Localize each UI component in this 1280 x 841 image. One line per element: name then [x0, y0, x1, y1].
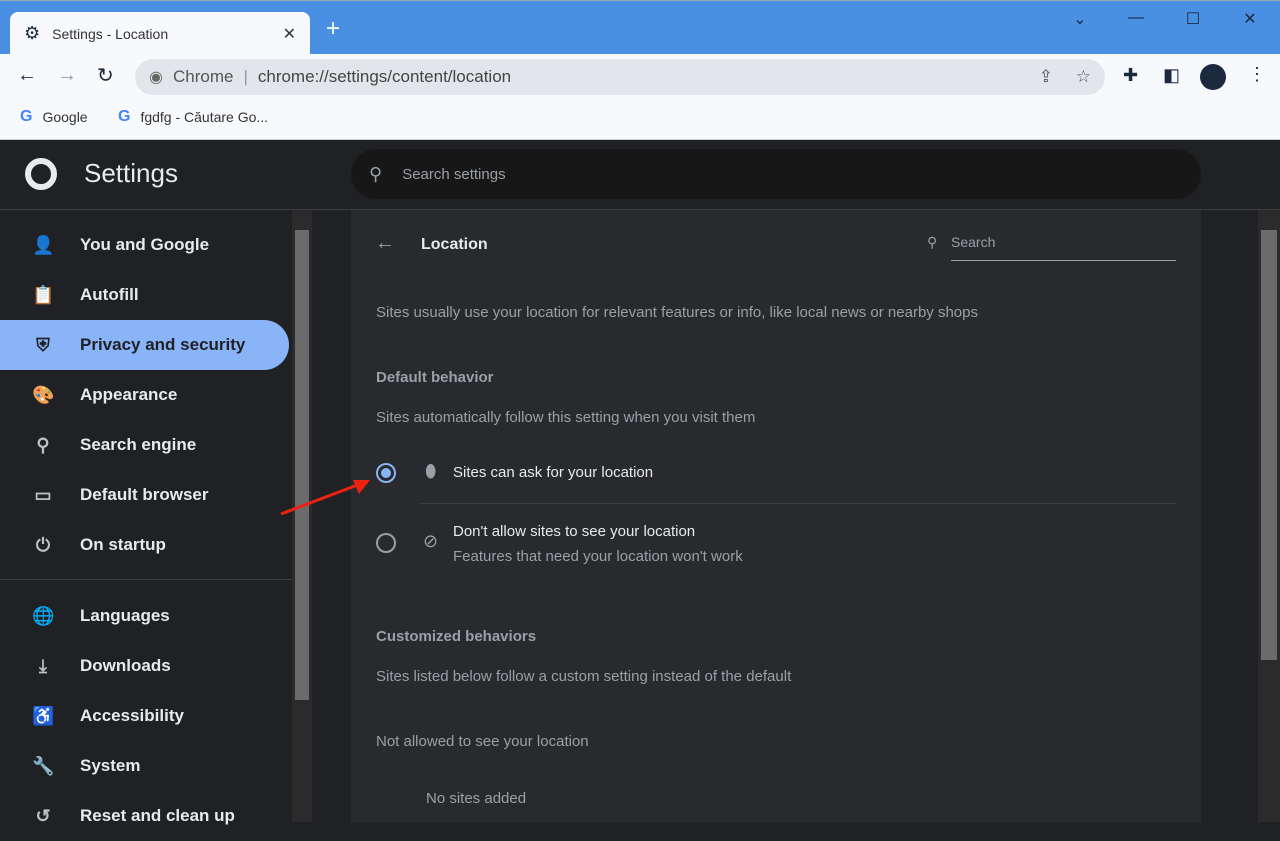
scrollbar-thumb[interactable]	[1261, 230, 1277, 660]
section-title: Location	[421, 236, 488, 253]
sidebar-item-label: Languages	[80, 606, 170, 625]
sidebar-item-appearance[interactable]: 🎨 Appearance	[0, 370, 289, 420]
bookmark-google[interactable]: G Google	[20, 108, 88, 126]
radio-sites-can-ask[interactable]	[376, 463, 396, 483]
default-behavior-heading: Default behavior	[376, 369, 494, 386]
option-divider	[421, 503, 1176, 504]
sidebar-item-label: On startup	[80, 535, 166, 554]
search-location-input[interactable]: ⚲ Search	[927, 234, 1176, 261]
sidebar-item-label: Accessibility	[80, 706, 184, 725]
option-sites-can-ask[interactable]: Sites can ask for your location	[453, 464, 653, 481]
person-icon: 👤	[32, 234, 55, 255]
menu-icon[interactable]: ⋮	[1248, 64, 1266, 85]
close-tab-icon[interactable]: ✕	[283, 24, 296, 44]
address-bar[interactable]: ◉ Chrome | chrome://settings/content/loc…	[135, 59, 1105, 95]
palette-icon: 🎨	[32, 384, 55, 405]
tab-strip: ⚙ Settings - Location ✕ + ⌄ — ☐ ✕	[0, 0, 1280, 55]
customized-behaviors-heading: Customized behaviors	[376, 628, 537, 645]
sidebar-item-you-and-google[interactable]: 👤 You and Google	[0, 220, 289, 270]
search-settings-input[interactable]: ⚲ Search settings	[351, 149, 1201, 199]
sidebar-item-label: Search engine	[80, 435, 197, 454]
scrollbar-thumb[interactable]	[295, 230, 309, 700]
google-icon: G	[20, 108, 33, 125]
bookmark-fgdfg[interactable]: Gfgdfg - Căutare Go...	[118, 108, 268, 126]
sidebar: 👤 You and Google 📋 Autofill ⛨ Privacy and sec…	[0, 210, 292, 826]
chrome-logo-icon	[25, 158, 57, 190]
close-window-button[interactable]: ✕	[1220, 9, 1280, 29]
bookmarks-bar: G Google Gfgdfg - Căutare Go...	[0, 100, 1280, 140]
customized-behaviors-subtitle: Sites listed below follow a custom setti…	[376, 668, 792, 685]
maximize-button[interactable]: ☐	[1163, 9, 1223, 29]
accessibility-icon: ♿	[32, 705, 55, 726]
side-panel-icon[interactable]: ◧	[1163, 65, 1180, 86]
power-icon: ⏻	[35, 534, 51, 555]
reload-button[interactable]: ↻	[97, 63, 114, 88]
sidebar-item-label: Autofill	[80, 285, 139, 304]
search-icon: ⚲	[36, 434, 50, 455]
divider: |	[243, 67, 248, 86]
search-icon: ⚲	[927, 234, 938, 250]
sidebar-item-label: Downloads	[80, 656, 171, 675]
forward-button[interactable]: →	[57, 64, 77, 87]
browser-icon: ▭	[34, 484, 52, 505]
sidebar-divider	[0, 579, 292, 580]
history-icon: ↺	[35, 805, 51, 826]
shield-icon: ⛨	[36, 334, 50, 355]
google-icon: G	[118, 108, 131, 125]
sidebar-item-privacy-and-security[interactable]: ⛨ Privacy and security	[0, 320, 289, 370]
settings-header: Settings ⚲ Search settings	[0, 140, 1280, 210]
star-icon[interactable]: ☆	[1076, 67, 1091, 87]
sidebar-item-label: Appearance	[80, 385, 178, 404]
option-dont-allow[interactable]: Don't allow sites to see your location	[453, 523, 695, 540]
main-scrollbar[interactable]	[1258, 210, 1280, 822]
page-title: Settings	[84, 158, 178, 188]
gear-icon: ⚙	[24, 23, 41, 43]
sidebar-item-default-browser[interactable]: ▭ Default browser	[0, 470, 289, 520]
sidebar-item-on-startup[interactable]: ⏻ On startup	[0, 520, 289, 570]
default-behavior-subtitle: Sites automatically follow this setting …	[376, 409, 756, 426]
sidebar-item-label: Default browser	[80, 485, 209, 504]
sidebar-item-autofill[interactable]: 📋 Autofill	[0, 270, 289, 320]
chrome-icon: ◉	[149, 69, 163, 86]
sidebar-item-label: Reset and clean up	[80, 806, 235, 825]
tab-search-icon[interactable]: ⌄	[1050, 9, 1110, 29]
tab-settings[interactable]: ⚙ Settings - Location ✕	[10, 12, 310, 55]
back-button[interactable]: ←	[17, 64, 37, 87]
minimize-button[interactable]: —	[1106, 9, 1166, 27]
sidebar-item-languages[interactable]: 🌐 Languages	[0, 591, 289, 641]
sidebar-item-reset-and-clean-up[interactable]: ↺ Reset and clean up	[0, 791, 289, 841]
location-settings-card: ← Location ⚲ Search Sites usually use yo…	[351, 210, 1201, 822]
download-icon: ⤓	[39, 655, 47, 676]
not-allowed-heading: Not allowed to see your location	[376, 733, 589, 750]
sidebar-item-label: You and Google	[80, 235, 210, 254]
location-off-icon: ⊘	[423, 531, 439, 551]
back-arrow-icon[interactable]: ←	[375, 232, 395, 255]
extensions-icon[interactable]: ✚	[1123, 65, 1138, 86]
radio-dont-allow[interactable]	[376, 533, 396, 553]
red-arrow-annotation	[280, 480, 370, 516]
sidebar-item-accessibility[interactable]: ♿ Accessibility	[0, 691, 289, 741]
description: Sites usually use your location for rele…	[376, 304, 978, 321]
wrench-icon: 🔧	[32, 755, 55, 776]
clipboard-icon: 📋	[32, 284, 55, 305]
new-tab-button[interactable]: +	[326, 15, 340, 43]
sidebar-item-search-engine[interactable]: ⚲ Search engine	[0, 420, 289, 470]
toolbar: ← → ↻ ◉ Chrome | chrome://settings/conte…	[0, 54, 1280, 100]
sidebar-item-label: Privacy and security	[80, 335, 246, 354]
sidebar-item-label: System	[80, 756, 141, 775]
sidebar-item-downloads[interactable]: ⤓ Downloads	[0, 641, 289, 691]
share-icon[interactable]: ⇪	[1039, 67, 1053, 87]
globe-icon: 🌐	[32, 605, 55, 626]
profile-avatar[interactable]	[1200, 64, 1226, 90]
location-pin-icon: ⬮	[425, 461, 437, 481]
sidebar-item-system[interactable]: 🔧 System	[0, 741, 289, 791]
search-icon: ⚲	[369, 163, 383, 184]
no-sites-added: No sites added	[426, 790, 527, 807]
option-dont-allow-subtitle: Features that need your location won't w…	[453, 548, 743, 565]
